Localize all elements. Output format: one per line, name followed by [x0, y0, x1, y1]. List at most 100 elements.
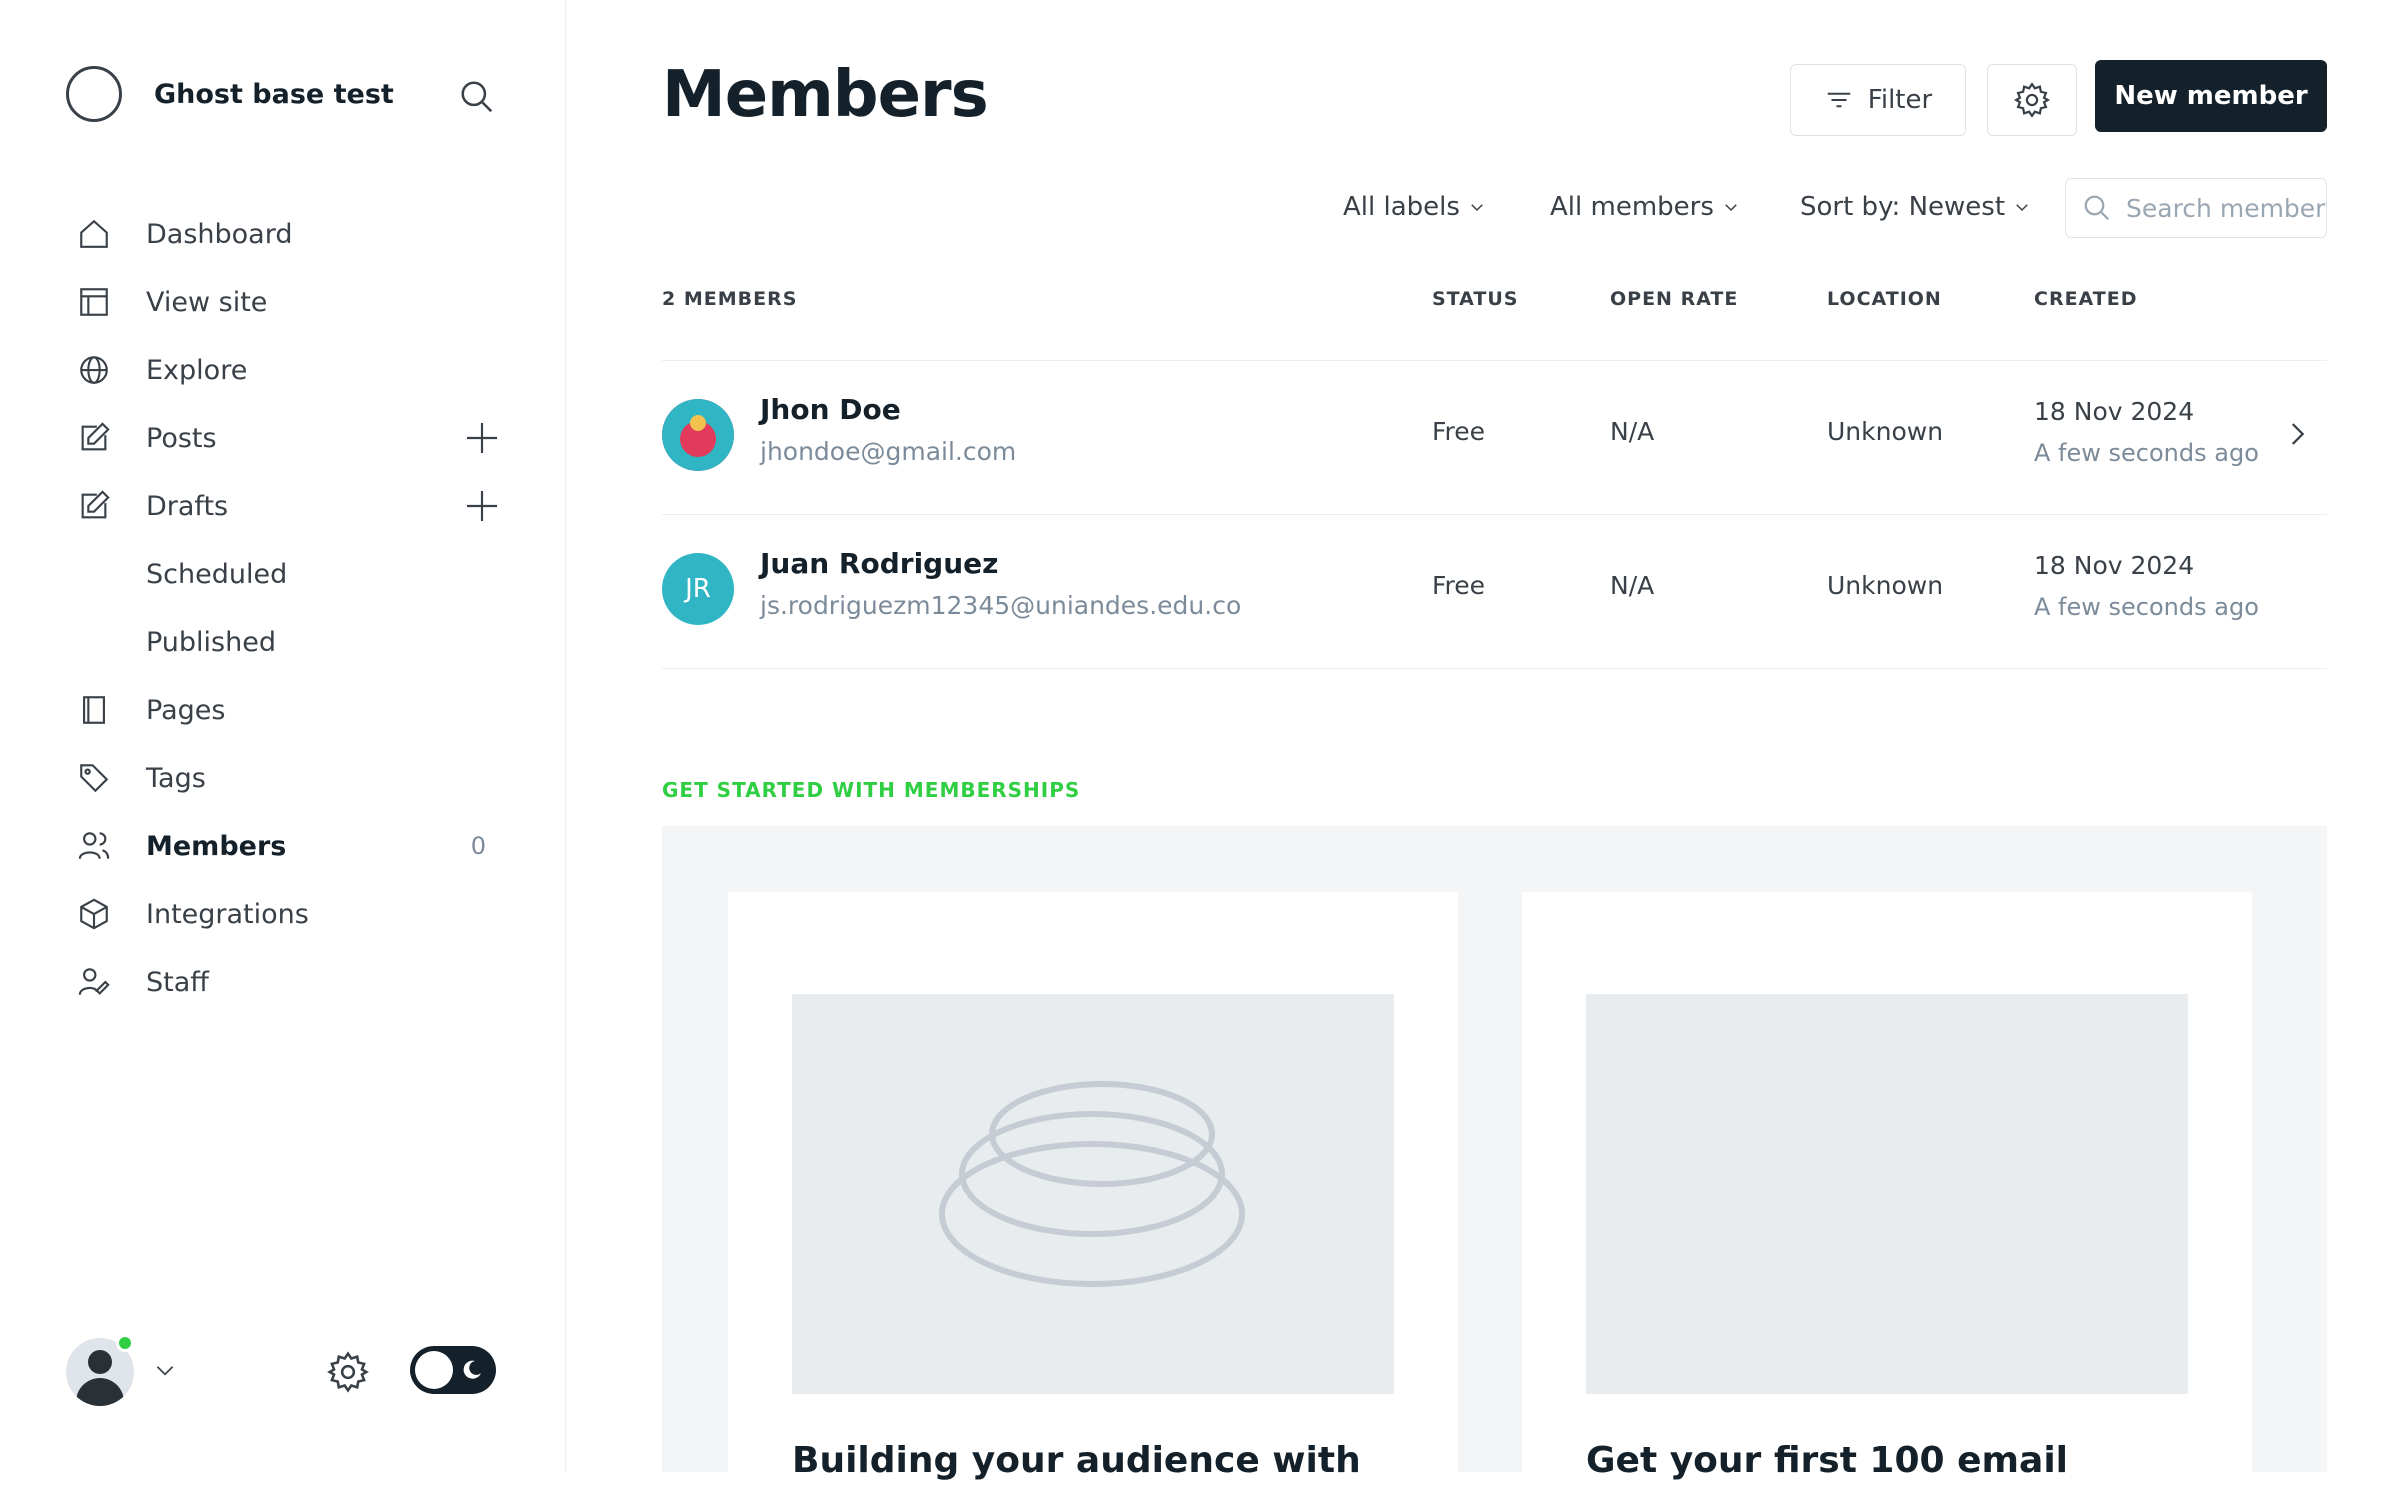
card-image: [1586, 994, 2188, 1394]
new-draft-plus-icon[interactable]: [462, 486, 502, 526]
site-title: Ghost base test: [154, 78, 394, 110]
filter-button[interactable]: Filter: [1790, 64, 1966, 136]
chevron-down-icon: [1471, 204, 1483, 212]
sidebar-item-label: Scheduled: [146, 558, 288, 590]
sort-dropdown[interactable]: Sort by: Newest: [1800, 192, 2031, 222]
page-title: Members: [662, 58, 989, 132]
members-dropdown[interactable]: All members: [1550, 192, 1740, 222]
sidebar-item-view-site[interactable]: View site: [74, 268, 514, 336]
sidebar-item-label: Posts: [146, 422, 217, 454]
edit-icon: [74, 418, 114, 458]
member-status: Free: [1432, 571, 1486, 600]
column-status[interactable]: STATUS: [1432, 288, 1518, 310]
get-started-panel: Building your audience with Get your fir…: [662, 826, 2327, 1492]
members-table-header: 2 MEMBERS STATUS OPEN RATE LOCATION CREA…: [662, 288, 2327, 350]
chevron-down-icon: [152, 1357, 178, 1387]
column-member: 2 MEMBERS: [662, 288, 798, 310]
get-started-heading: GET STARTED WITH MEMBERSHIPS: [662, 778, 1081, 802]
filter-button-label: Filter: [1867, 85, 1933, 115]
member-created-ago: A few seconds ago: [2034, 593, 2259, 621]
sidebar-item-tags[interactable]: Tags: [74, 744, 514, 812]
card-title: Building your audience with: [792, 1440, 1361, 1481]
sidebar-nav: Dashboard View site Explore Posts Drafts…: [74, 200, 514, 1016]
member-open-rate: N/A: [1610, 571, 1655, 600]
table-row[interactable]: Jhon Doe jhondoe@gmail.com Free N/A Unkn…: [662, 360, 2327, 515]
member-location: Unknown: [1827, 571, 1944, 600]
sidebar-item-label: Explore: [146, 354, 248, 386]
sidebar-item-drafts[interactable]: Drafts: [74, 472, 514, 540]
chevron-down-icon: [1725, 204, 1737, 212]
sidebar: Ghost base test Dashboard View site Expl…: [0, 0, 566, 1472]
members-dropdown-label: All members: [1550, 192, 1714, 222]
sort-dropdown-label: Sort by: Newest: [1800, 192, 2006, 222]
sidebar-item-members[interactable]: Members 0: [74, 812, 514, 880]
sidebar-item-label: Members: [146, 830, 287, 862]
table-row[interactable]: JR Juan Rodriguez js.rodriguezm12345@uni…: [662, 514, 2327, 669]
sidebar-item-explore[interactable]: Explore: [74, 336, 514, 404]
member-email: js.rodriguezm12345@uniandes.edu.co: [760, 591, 1242, 620]
get-started-card[interactable]: Building your audience with: [728, 892, 1458, 1492]
filter-icon: [1827, 92, 1851, 108]
member-status: Free: [1432, 417, 1486, 446]
member-created-date: 18 Nov 2024: [2034, 551, 2195, 580]
sidebar-item-staff[interactable]: Staff: [74, 948, 514, 1016]
sidebar-item-posts[interactable]: Posts: [74, 404, 514, 472]
gear-icon[interactable]: [326, 1350, 370, 1398]
labels-dropdown-label: All labels: [1343, 192, 1460, 222]
member-open-rate: N/A: [1610, 417, 1655, 446]
table-divider: [662, 668, 2327, 669]
sidebar-item-label: Dashboard: [146, 218, 293, 250]
members-count-badge: 0: [470, 832, 486, 860]
toggle-knob: [415, 1351, 453, 1389]
tag-icon: [74, 758, 114, 798]
member-name: Juan Rodriguez: [760, 547, 999, 580]
sidebar-item-label: Drafts: [146, 490, 229, 522]
staff-icon: [74, 962, 114, 1002]
member-settings-button[interactable]: [1987, 64, 2077, 136]
gear-icon: [2013, 82, 2051, 118]
site-logo-icon: [66, 66, 122, 122]
sidebar-item-label: View site: [146, 286, 268, 318]
edit-icon: [74, 486, 114, 526]
member-name: Jhon Doe: [760, 393, 901, 426]
search-members-input[interactable]: Search members...: [2065, 178, 2327, 238]
member-created-ago: A few seconds ago: [2034, 439, 2259, 467]
sidebar-item-scheduled[interactable]: Scheduled: [74, 540, 514, 608]
sidebar-item-pages[interactable]: Pages: [74, 676, 514, 744]
new-post-plus-icon[interactable]: [462, 418, 502, 458]
sidebar-item-integrations[interactable]: Integrations: [74, 880, 514, 948]
sidebar-item-label: Pages: [146, 694, 226, 726]
search-icon[interactable]: [458, 78, 496, 120]
chevron-right-icon: [2280, 417, 2314, 455]
search-icon: [2084, 195, 2110, 221]
sidebar-item-label: Staff: [146, 966, 209, 998]
main-content: Members Filter New member All labels All…: [565, 0, 2400, 1492]
member-photo-icon: [662, 399, 734, 471]
get-started-card[interactable]: Get your first 100 email: [1522, 892, 2252, 1492]
column-location[interactable]: LOCATION: [1827, 288, 1942, 310]
column-created[interactable]: CREATED: [2034, 288, 2138, 310]
site-brand[interactable]: Ghost base test: [66, 66, 394, 122]
moon-icon: [460, 1358, 484, 1386]
column-open-rate[interactable]: OPEN RATE: [1610, 288, 1738, 310]
new-member-button[interactable]: New member: [2095, 60, 2327, 132]
dark-mode-toggle[interactable]: [410, 1346, 496, 1394]
sidebar-item-label: Tags: [146, 762, 206, 794]
chevron-down-icon: [2016, 204, 2028, 212]
member-location: Unknown: [1827, 417, 1944, 446]
card-title: Get your first 100 email: [1586, 1440, 2069, 1481]
avatar: [662, 399, 734, 471]
integrations-icon: [74, 894, 114, 934]
online-status-dot: [116, 1334, 134, 1352]
member-created-date: 18 Nov 2024: [2034, 397, 2195, 426]
home-icon: [74, 214, 114, 254]
sidebar-item-label: Integrations: [146, 898, 309, 930]
globe-icon: [74, 350, 114, 390]
sidebar-item-published[interactable]: Published: [74, 608, 514, 676]
sidebar-item-dashboard[interactable]: Dashboard: [74, 200, 514, 268]
browser-icon: [74, 282, 114, 322]
labels-dropdown[interactable]: All labels: [1343, 192, 1486, 222]
search-placeholder: Search members...: [2126, 193, 2326, 223]
user-menu[interactable]: [66, 1334, 178, 1406]
avatar: JR: [662, 553, 734, 625]
